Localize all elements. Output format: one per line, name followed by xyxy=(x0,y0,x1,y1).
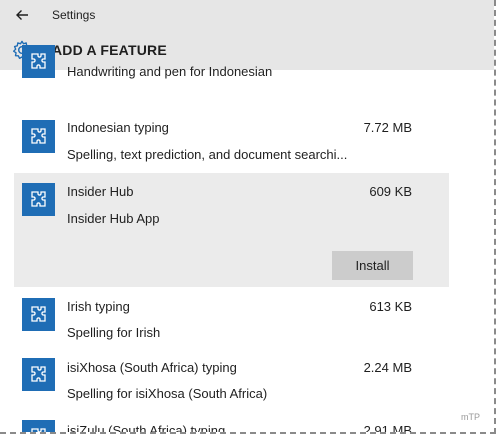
feature-name: Indonesian typing xyxy=(67,120,169,135)
feature-size: 2.91 MB xyxy=(363,423,412,434)
puzzle-piece-icon xyxy=(22,183,55,216)
watermark: mTP xyxy=(461,412,480,422)
puzzle-piece-icon xyxy=(22,45,55,78)
title-bar: Settings xyxy=(0,0,494,30)
feature-name: Irish typing xyxy=(67,299,130,314)
feature-item-indonesian-handwriting[interactable]: Handwriting and pen for Indonesian xyxy=(14,45,449,112)
feature-description: Spelling for Irish xyxy=(67,325,161,340)
window-title: Settings xyxy=(52,8,96,22)
puzzle-piece-icon xyxy=(22,120,55,153)
back-arrow-icon xyxy=(16,10,28,20)
back-button[interactable] xyxy=(0,0,44,30)
feature-size: 7.72 MB xyxy=(363,120,412,135)
feature-item-isizulu-typing[interactable]: isiZulu (South Africa) typing 2.91 MB xyxy=(14,410,449,434)
feature-name: Insider Hub xyxy=(67,184,134,199)
feature-description: Insider Hub App xyxy=(67,211,160,226)
puzzle-piece-icon xyxy=(22,358,55,391)
feature-description: Handwriting and pen for Indonesian xyxy=(67,64,273,79)
feature-item-insider-hub[interactable]: Insider Hub 609 KB Insider Hub App Insta… xyxy=(14,173,449,287)
feature-description: Spelling for isiXhosa (South Africa) xyxy=(67,386,268,401)
feature-size: 613 KB xyxy=(369,299,412,314)
feature-item-irish-typing[interactable]: Irish typing 613 KB Spelling for Irish xyxy=(14,287,449,345)
settings-window: Settings ADD A FEATURE Handwriting and p… xyxy=(0,0,496,434)
feature-description: Spelling, text prediction, and document … xyxy=(67,147,348,162)
install-button[interactable]: Install xyxy=(332,251,413,280)
feature-size: 2.24 MB xyxy=(363,360,412,375)
feature-size: 609 KB xyxy=(369,184,412,199)
feature-name: isiXhosa (South Africa) typing xyxy=(67,360,237,375)
feature-item-isixhosa-typing[interactable]: isiXhosa (South Africa) typing 2.24 MB S… xyxy=(14,347,449,409)
feature-item-indonesian-typing[interactable]: Indonesian typing 7.72 MB Spelling, text… xyxy=(14,114,449,174)
puzzle-piece-icon xyxy=(22,298,55,331)
feature-name: isiZulu (South Africa) typing xyxy=(67,423,226,434)
puzzle-piece-icon xyxy=(22,420,55,432)
